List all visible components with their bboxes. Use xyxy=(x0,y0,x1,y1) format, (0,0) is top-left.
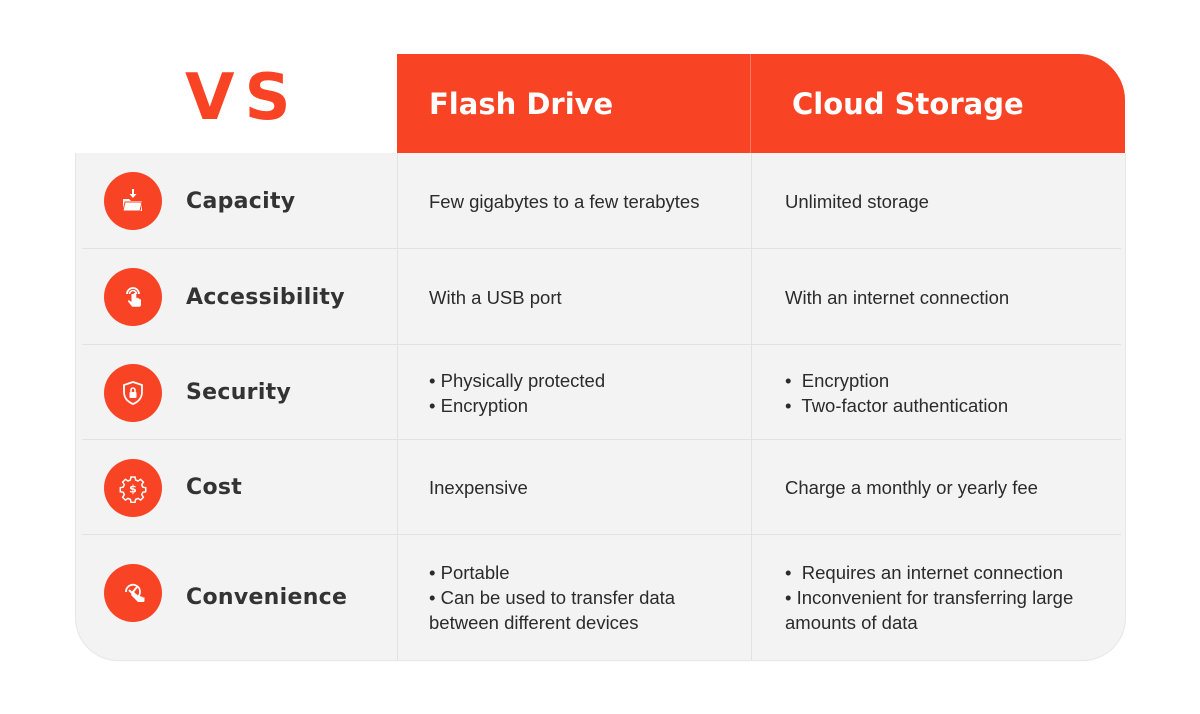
row-label-cell: $ Cost xyxy=(76,440,397,535)
flash-drive-cell: • Portable • Can be used to transfer dat… xyxy=(397,535,751,660)
cell-line: Charge a monthly or yearly fee xyxy=(785,477,1038,498)
row-label: Accessibility xyxy=(186,284,345,310)
vs-title: VS xyxy=(185,61,301,135)
flash-drive-cell: Inexpensive xyxy=(397,440,751,535)
cell-line: • Inconvenient for transferring large xyxy=(785,587,1074,608)
cell-line: amounts of data xyxy=(785,612,918,633)
header-flash-drive: Flash Drive xyxy=(397,54,751,153)
cloud-storage-cell: Unlimited storage xyxy=(751,153,1125,249)
cloud-storage-cell: • Requires an internet connection • Inco… xyxy=(751,535,1125,660)
header-cloud-storage: Cloud Storage xyxy=(792,86,1024,121)
table-row: Security • Physically protected • Encryp… xyxy=(76,345,1125,440)
table-row: Capacity Few gigabytes to a few terabyte… xyxy=(76,153,1125,249)
comparison-table: Capacity Few gigabytes to a few terabyte… xyxy=(76,153,1125,660)
svg-text:$: $ xyxy=(129,482,137,495)
row-label-cell: Security xyxy=(76,345,397,440)
cell-line: With a USB port xyxy=(429,286,562,308)
cell-line: With an internet connection xyxy=(785,286,1010,308)
cloud-storage-cell: With an internet connection xyxy=(751,249,1125,345)
cloud-storage-cell: • Encryption • Two-factor authentication xyxy=(751,345,1125,440)
row-label-cell: Convenience xyxy=(76,535,397,660)
row-label: Capacity xyxy=(186,188,296,214)
cell-line: • Physically protected xyxy=(429,369,606,391)
shield-lock-icon xyxy=(104,363,162,422)
cell-line: • Two-factor authentication xyxy=(785,394,1009,416)
row-label-cell: Accessibility xyxy=(76,249,397,345)
cell-line: Unlimited storage xyxy=(785,190,929,212)
cell-line: • Encryption xyxy=(785,369,890,391)
table-row: $ Cost Inexpensive Charge a monthly or y… xyxy=(76,440,1125,535)
cell-line: • Requires an internet connection xyxy=(785,562,1063,583)
folder-download-icon xyxy=(104,172,162,230)
cell-line: • Portable xyxy=(429,562,510,583)
flash-drive-cell: Few gigabytes to a few terabytes xyxy=(397,153,751,249)
flash-drive-cell: With a USB port xyxy=(397,249,751,345)
row-label: Convenience xyxy=(186,585,348,610)
row-label: Security xyxy=(186,380,292,405)
row-label: Cost xyxy=(186,475,243,500)
cell-line: • Can be used to transfer data xyxy=(429,587,676,608)
flash-drive-cell: • Physically protected • Encryption xyxy=(397,345,751,440)
cell-line: • Encryption xyxy=(429,394,529,416)
cloud-storage-cell: Charge a monthly or yearly fee xyxy=(751,440,1125,535)
table-header: Flash Drive Cloud Storage xyxy=(397,54,1125,153)
cell-line: Few gigabytes to a few terabytes xyxy=(429,190,700,212)
gear-dollar-icon: $ xyxy=(104,458,162,517)
tap-finger-icon xyxy=(104,268,162,326)
table-row: Convenience • Portable • Can be used to … xyxy=(76,535,1125,660)
cell-line: between different devices xyxy=(429,612,639,633)
table-row: Accessibility With a USB port With an in… xyxy=(76,249,1125,345)
cell-line: Inexpensive xyxy=(429,477,528,498)
tap-check-icon xyxy=(104,564,162,622)
row-label-cell: Capacity xyxy=(76,153,397,249)
